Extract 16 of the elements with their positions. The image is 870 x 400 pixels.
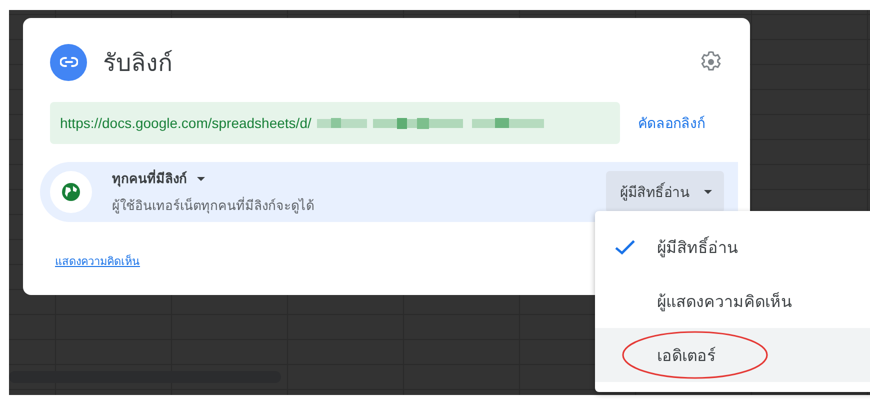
role-dropdown[interactable]: ผู้มีสิทธิ์อ่าน [606,171,724,213]
caret-icon [197,176,205,180]
comment-link[interactable]: แสดงความคิดเห็น [55,252,140,270]
link-url: https://docs.google.com/spreadsheets/d/ [60,115,312,131]
access-description: ผู้ใช้อินเทอร์เน็ตทุกคนที่มีลิงก์จะดูได้ [112,196,315,216]
globe-icon [50,171,92,213]
caret-icon [704,190,712,194]
access-dropdown[interactable]: ทุกคนที่มีลิงก์ [112,168,205,189]
menu-item[interactable]: ผู้มีสิทธิ์อ่าน [595,221,870,275]
link-icon [50,44,87,80]
link-field[interactable]: https://docs.google.com/spreadsheets/d/ [50,102,620,144]
dialog-title: รับลิงก์ [103,48,174,78]
menu-item[interactable]: เอดิเตอร์ [595,328,870,382]
copy-link[interactable]: คัดลอกลิงก์ [638,112,705,134]
menu-item[interactable]: ผู้แสดงความคิดเห็น [595,274,870,328]
scrollbar[interactable] [9,371,281,383]
